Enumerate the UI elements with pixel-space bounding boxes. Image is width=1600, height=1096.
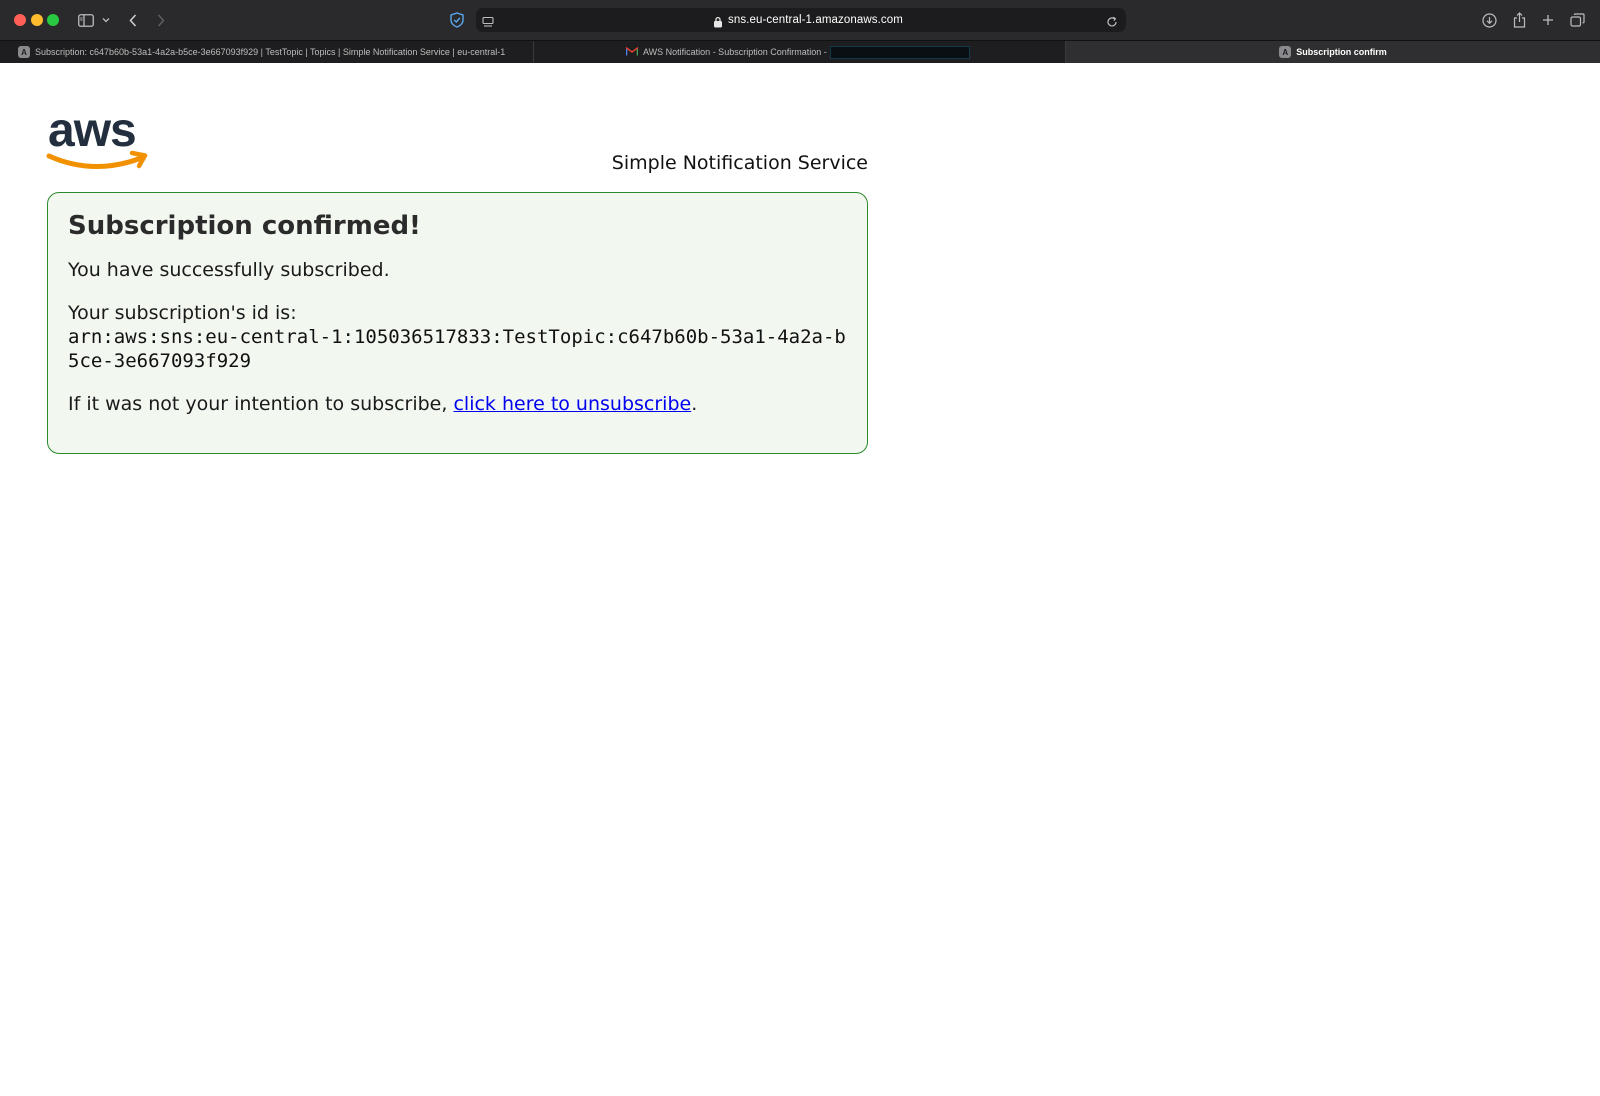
service-name: Simple Notification Service <box>611 152 868 174</box>
address-bar[interactable]: sns.eu-central-1.amazonaws.com <box>476 8 1126 32</box>
redacted-block <box>829 45 970 59</box>
confirmation-card: Subscription confirmed! You have success… <box>47 192 868 454</box>
tab-strip: A Subscription: c647b60b-53a1-4a2a-b5ce-… <box>0 40 1600 63</box>
page-title: Subscription confirmed! <box>68 211 421 241</box>
browser-toolbar: sns.eu-central-1.amazonaws.com <box>0 0 1600 40</box>
url-text[interactable]: sns.eu-central-1.amazonaws.com <box>728 8 903 32</box>
tab-label: Subscription: c647b60b-53a1-4a2a-b5ce-3e… <box>35 47 506 57</box>
unsubscribe-link[interactable]: click here to unsubscribe <box>453 393 691 415</box>
unsubscribe-line: If it was not your intention to subscrib… <box>68 393 697 415</box>
tab-sns-console[interactable]: A Subscription: c647b60b-53a1-4a2a-b5ce-… <box>0 41 534 63</box>
unsubscribe-suffix: . <box>691 393 698 415</box>
tab-subscription-confirm[interactable]: A Subscription confirm <box>1066 41 1600 63</box>
tab-label: AWS Notification - Subscription Confirma… <box>643 47 827 57</box>
forward-icon[interactable] <box>154 8 168 32</box>
lock-icon <box>713 13 723 32</box>
subscription-arn: arn:aws:sns:eu-central-1:105036517833:Te… <box>68 326 846 372</box>
tab-overview-icon[interactable] <box>1568 8 1586 32</box>
back-icon[interactable] <box>126 8 140 32</box>
aws-favicon-icon: A <box>1279 46 1292 58</box>
close-window-button[interactable] <box>14 14 26 26</box>
minimize-window-button[interactable] <box>31 14 43 26</box>
sidebar-icon[interactable] <box>76 8 96 32</box>
gmail-icon <box>625 46 639 58</box>
success-message: You have successfully subscribed. <box>68 259 390 281</box>
aws-favicon-icon: A <box>18 46 30 58</box>
tab-label: Subscription confirm <box>1296 47 1387 57</box>
privacy-shield-icon[interactable] <box>448 8 466 32</box>
downloads-icon[interactable] <box>1480 8 1498 32</box>
chevron-down-icon[interactable] <box>100 8 112 32</box>
reload-icon[interactable] <box>1106 13 1118 32</box>
tab-gmail-notification[interactable]: AWS Notification - Subscription Confirma… <box>534 41 1066 63</box>
unsubscribe-prefix: If it was not your intention to subscrib… <box>68 393 454 415</box>
reader-icon[interactable] <box>482 13 494 32</box>
share-icon[interactable] <box>1510 8 1528 32</box>
zoom-window-button[interactable] <box>47 14 59 26</box>
new-tab-icon[interactable] <box>1540 8 1556 32</box>
subscription-id-label: Your subscription's id is: <box>68 302 297 324</box>
aws-logo: aws <box>46 104 156 174</box>
aws-logo-text: aws <box>48 104 136 157</box>
